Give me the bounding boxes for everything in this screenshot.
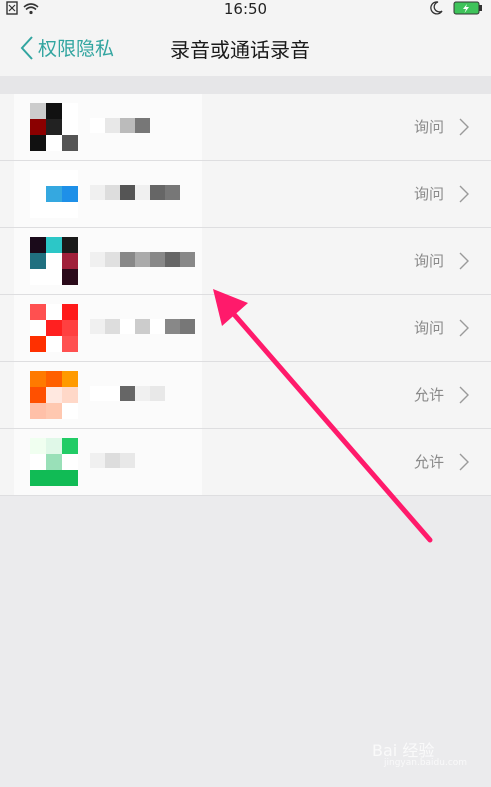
annotation-arrow: [213, 289, 433, 543]
watermark-url: jingyan.baidu.com: [384, 758, 468, 768]
